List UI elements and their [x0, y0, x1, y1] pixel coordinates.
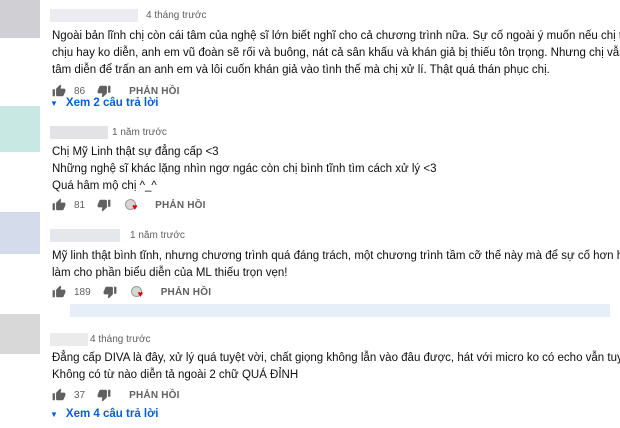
avatar[interactable]	[0, 212, 40, 254]
like-icon[interactable]	[52, 198, 66, 212]
author-name[interactable]	[50, 229, 120, 242]
avatar[interactable]	[0, 0, 40, 38]
reply-button[interactable]: PHẢN HỒI	[155, 200, 206, 211]
view-replies-button[interactable]: ▼ Xem 4 câu trả lời	[50, 405, 158, 423]
comment-1: 4 tháng trước Ngoài bản lĩnh chị còn cái…	[0, 0, 620, 118]
comment-text-line-3: tâm diễn để trấn an anh em và lôi cuốn k…	[52, 64, 550, 76]
comment-2: 1 năm trước Chị Mỹ Linh thật sự đẳng cấp…	[0, 106, 620, 216]
creator-heart-icon: ♥	[125, 198, 141, 212]
dislike-icon[interactable]	[97, 198, 111, 212]
reply-button[interactable]: PHẢN HỒI	[129, 390, 180, 401]
comment-text-line-2: chịu hay ko diễn, anh em vũ đoàn sẽ rối …	[52, 47, 620, 59]
like-count: 37	[74, 389, 86, 401]
author-name[interactable]	[50, 333, 88, 346]
timestamp[interactable]: 1 năm trước	[130, 230, 185, 241]
caret-down-icon: ▼	[50, 409, 58, 419]
timestamp[interactable]: 4 tháng trước	[90, 334, 151, 345]
like-icon[interactable]	[52, 285, 66, 299]
comment-text-line-1: Ngoài bản lĩnh chị còn cái tâm của nghệ …	[52, 30, 620, 42]
comment-4: 4 tháng trước Đẳng cấp DIVA là đây, xử l…	[0, 314, 620, 428]
comments-section: 4 tháng trước Ngoài bản lĩnh chị còn cái…	[0, 0, 620, 428]
comment-3: 1 năm trước Mỹ linh thật bình tĩnh, nhưn…	[0, 212, 620, 318]
avatar[interactable]	[0, 314, 40, 354]
comment-text-line-2: làm cho phần biểu diễn của ML thiếu trọn…	[52, 267, 288, 279]
comment-text-line-3: Quá hâm mộ chị ^_^	[52, 180, 157, 192]
timestamp[interactable]: 4 tháng trước	[146, 10, 207, 21]
comment-actions: 37 PHẢN HỒI	[52, 387, 180, 403]
creator-heart-icon: ♥	[130, 285, 147, 299]
comment-text-line-2: Không có từ nào diễn tả ngoài 2 chữ QUÁ …	[52, 369, 299, 381]
comment-actions: 189 ♥ PHẢN HỒI	[52, 284, 211, 300]
like-count: 81	[74, 199, 86, 211]
dislike-icon[interactable]	[103, 285, 117, 299]
author-name[interactable]	[50, 9, 138, 22]
comment-text-line-2: Những nghệ sĩ khác lặng nhìn ngơ ngác cò…	[52, 163, 437, 175]
avatar[interactable]	[0, 106, 40, 152]
dislike-icon[interactable]	[97, 388, 111, 402]
heart-icon: ♥	[132, 202, 138, 212]
comment-text-line-1: Chị Mỹ Linh thật sự đẳng cấp <3	[52, 146, 219, 158]
comment-text-line-1: Đẳng cấp DIVA là đây, xử lý quá tuyệt vờ…	[52, 352, 620, 364]
view-replies-label: Xem 4 câu trả lời	[65, 408, 159, 420]
like-count: 189	[74, 286, 91, 298]
author-name[interactable]	[50, 126, 108, 139]
timestamp[interactable]: 1 năm trước	[112, 127, 167, 138]
heart-icon: ♥	[137, 289, 144, 299]
like-icon[interactable]	[52, 388, 66, 402]
comment-text-line-1: Mỹ linh thật bình tĩnh, nhưng chương trì…	[52, 250, 620, 262]
reply-button[interactable]: PHẢN HỒI	[161, 287, 212, 298]
comment-actions: 81 ♥ PHẢN HỒI	[52, 197, 206, 213]
